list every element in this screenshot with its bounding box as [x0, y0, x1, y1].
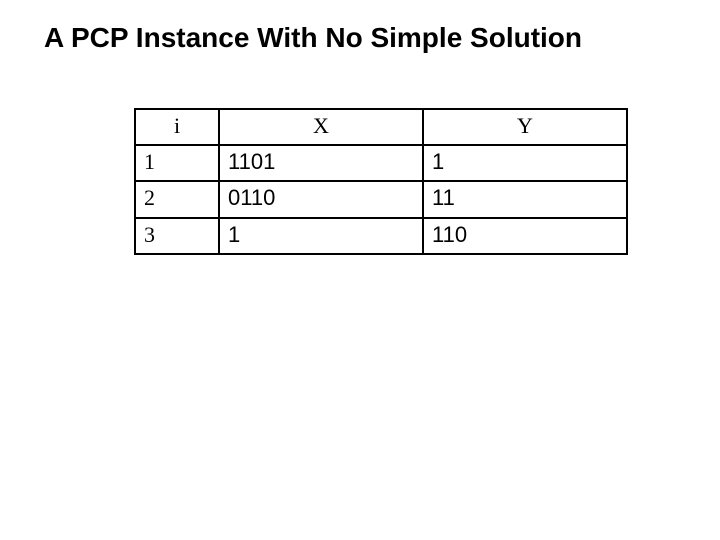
- header-i: i: [135, 109, 219, 145]
- pcp-table: i X Y 1 1101 1 2 0110 11 3 1 110: [134, 108, 628, 255]
- cell-y: 11: [423, 181, 627, 217]
- cell-i: 1: [135, 145, 219, 181]
- header-x: X: [219, 109, 423, 145]
- page-title: A PCP Instance With No Simple Solution: [44, 22, 582, 54]
- cell-x: 1101: [219, 145, 423, 181]
- cell-y: 110: [423, 218, 627, 254]
- table-row: 1 1101 1: [135, 145, 627, 181]
- table-row: 3 1 110: [135, 218, 627, 254]
- table-row: 2 0110 11: [135, 181, 627, 217]
- cell-x: 0110: [219, 181, 423, 217]
- cell-y: 1: [423, 145, 627, 181]
- cell-x: 1: [219, 218, 423, 254]
- header-y: Y: [423, 109, 627, 145]
- table-header-row: i X Y: [135, 109, 627, 145]
- cell-i: 3: [135, 218, 219, 254]
- slide: A PCP Instance With No Simple Solution i…: [0, 0, 720, 540]
- cell-i: 2: [135, 181, 219, 217]
